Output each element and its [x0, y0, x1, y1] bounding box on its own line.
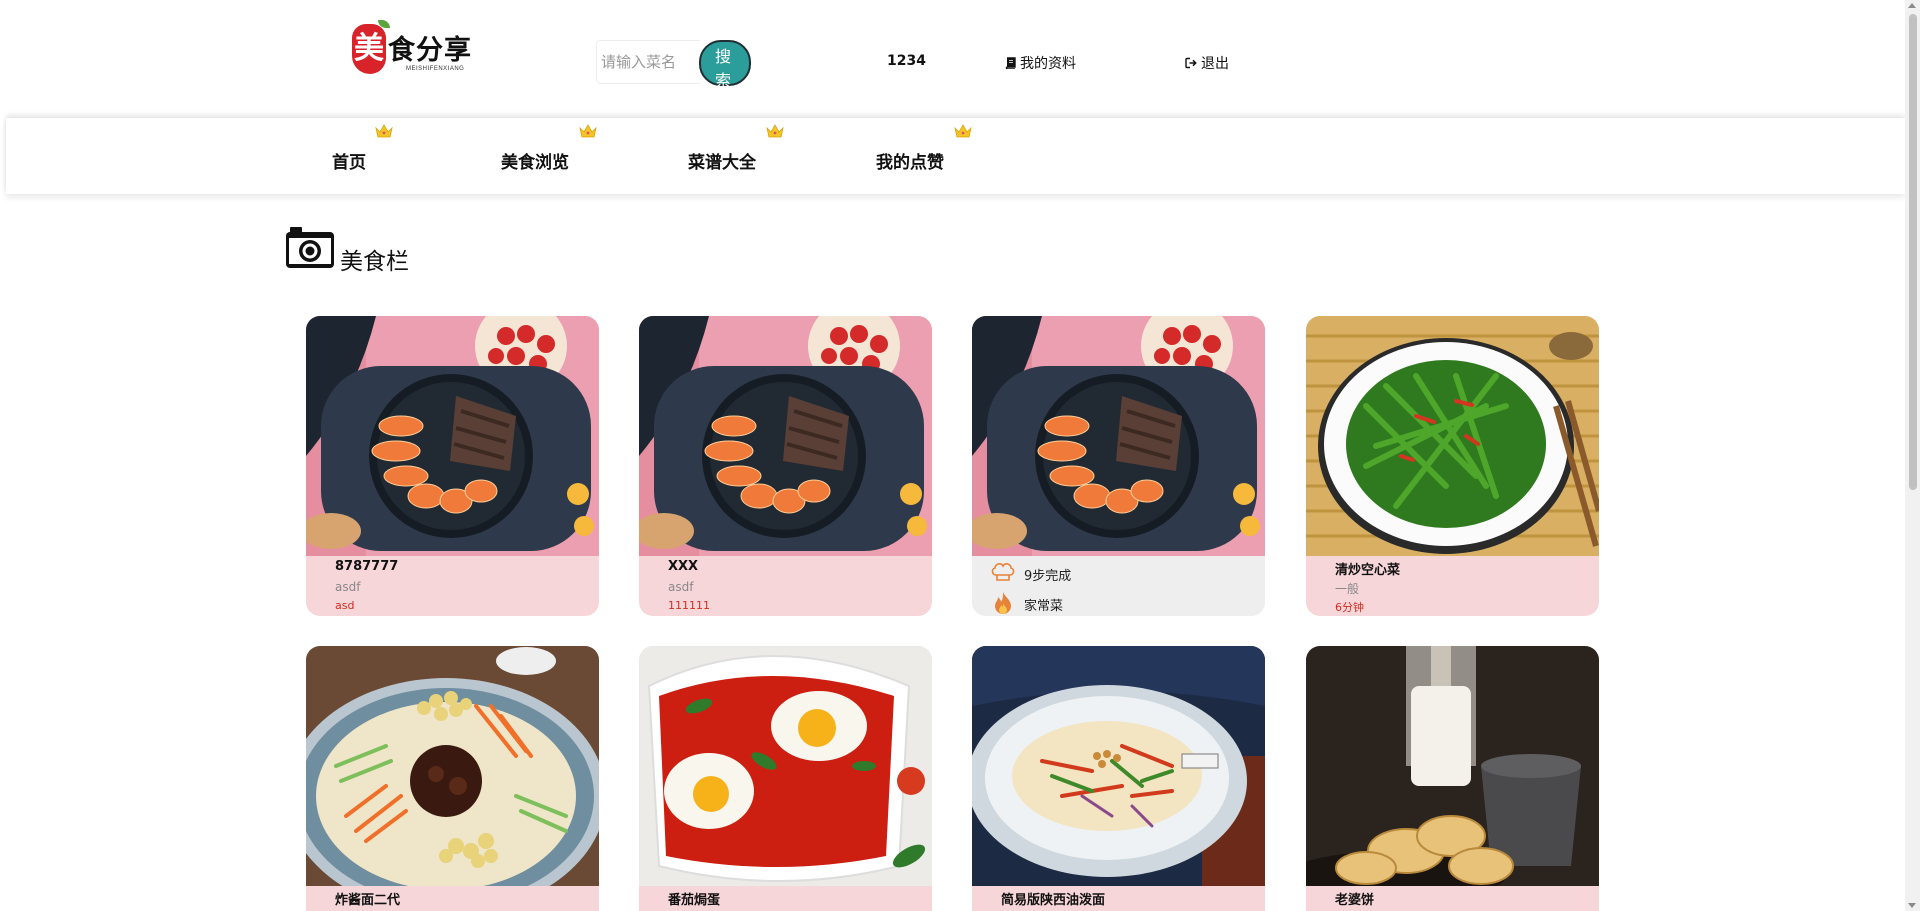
nav-item-browse[interactable]: 美食浏览 [501, 124, 597, 173]
site-header: 美 食分享 MEISHIFENXIANG 搜 索 1234 我的资料 退出 [0, 0, 1905, 118]
food-desc: asdf [668, 580, 694, 594]
profile-link[interactable]: 我的资料 [1005, 53, 1076, 73]
nav-label: 菜谱大全 [688, 153, 756, 173]
food-extra: 111111 [668, 599, 710, 612]
main-nav: 首页 美食浏览 菜谱大全 我的点赞 [6, 118, 1905, 194]
food-card[interactable]: 清炒空心菜 一般 6分钟 [1306, 316, 1599, 616]
chef-hat-icon [991, 563, 1015, 581]
food-photo [1306, 316, 1599, 556]
page-scrollbar[interactable] [1905, 0, 1920, 911]
card-info: 9步完成 家常菜 [972, 556, 1265, 616]
logo-text: 食分享 [388, 35, 472, 66]
logo-subtitle: MEISHIFENXIANG [406, 66, 465, 72]
card-info: XXX asdf 111111 [639, 556, 932, 616]
search-button[interactable]: 搜 索 [699, 40, 751, 90]
crown-icon [954, 124, 972, 138]
scroll-up-arrow-icon[interactable] [1908, 3, 1916, 8]
food-name: 番茄焗蛋 [668, 893, 721, 908]
card-info: 8787777 asdf asd [306, 556, 599, 616]
logout-label: 退出 [1201, 56, 1229, 72]
nav-item-recipes[interactable]: 菜谱大全 [688, 124, 784, 173]
food-name: 炸酱面二代 [335, 893, 401, 908]
food-card[interactable]: 番茄焗蛋 [639, 646, 932, 911]
nav-label: 我的点赞 [876, 153, 944, 173]
category-text: 家常菜 [1024, 599, 1064, 614]
card-info: 炸酱面二代 [306, 886, 599, 911]
crown-icon [375, 124, 393, 138]
food-card[interactable]: 9步完成 家常菜 [972, 316, 1265, 616]
steps-row: 9步完成 [990, 561, 1071, 587]
crown-icon [579, 124, 597, 138]
user-id[interactable]: 1234 [887, 53, 926, 69]
scroll-thumb[interactable] [1909, 14, 1917, 490]
food-name: 8787777 [335, 559, 399, 574]
book-icon [1005, 57, 1016, 69]
nav-label: 首页 [332, 153, 366, 173]
food-card[interactable]: 8787777 asdf asd [306, 316, 599, 616]
food-desc: 一般 [1335, 582, 1360, 596]
profile-label: 我的资料 [1020, 56, 1076, 72]
card-info: 清炒空心菜 一般 6分钟 [1306, 556, 1599, 616]
food-desc: asdf [335, 580, 361, 594]
food-extra: asd [335, 599, 355, 612]
food-photo [972, 316, 1265, 556]
fire-icon [995, 592, 1011, 614]
card-info: 番茄焗蛋 [639, 886, 932, 911]
food-card[interactable]: 老婆饼 [1306, 646, 1599, 911]
card-info: 简易版陕西油泼面 [972, 886, 1265, 911]
scroll-down-arrow-icon[interactable] [1908, 903, 1916, 908]
crown-icon [766, 124, 784, 138]
food-name: 老婆饼 [1335, 893, 1375, 908]
nav-label: 美食浏览 [501, 153, 569, 173]
food-name: 简易版陕西油泼面 [1001, 893, 1106, 908]
tag-row: 家常菜 [990, 591, 1063, 616]
card-info: 老婆饼 [1306, 886, 1599, 911]
food-extra: 6分钟 [1335, 601, 1364, 614]
logout-link[interactable]: 退出 [1185, 53, 1229, 73]
site-logo[interactable]: 美 食分享 MEISHIFENXIANG [352, 20, 472, 78]
food-photo [306, 316, 599, 556]
search-input[interactable] [596, 40, 700, 84]
camera-icon [286, 227, 334, 268]
steps-text: 9步完成 [1024, 569, 1072, 584]
food-photo [639, 646, 932, 886]
food-card[interactable]: 炸酱面二代 [306, 646, 599, 911]
logo-badge: 美 [352, 24, 386, 74]
food-photo [1306, 646, 1599, 886]
nav-item-my-likes[interactable]: 我的点赞 [876, 124, 972, 173]
food-photo [639, 316, 932, 556]
food-card[interactable]: XXX asdf 111111 [639, 316, 932, 616]
nav-item-home[interactable]: 首页 [332, 124, 393, 173]
sign-out-icon [1185, 57, 1197, 69]
food-photo [972, 646, 1265, 886]
section-title: 美食栏 [340, 249, 409, 275]
food-name: 清炒空心菜 [1335, 563, 1401, 578]
search-box: 搜 索 [596, 40, 752, 90]
food-name: XXX [668, 559, 699, 574]
food-photo [306, 646, 599, 886]
food-card[interactable]: 简易版陕西油泼面 [972, 646, 1265, 911]
